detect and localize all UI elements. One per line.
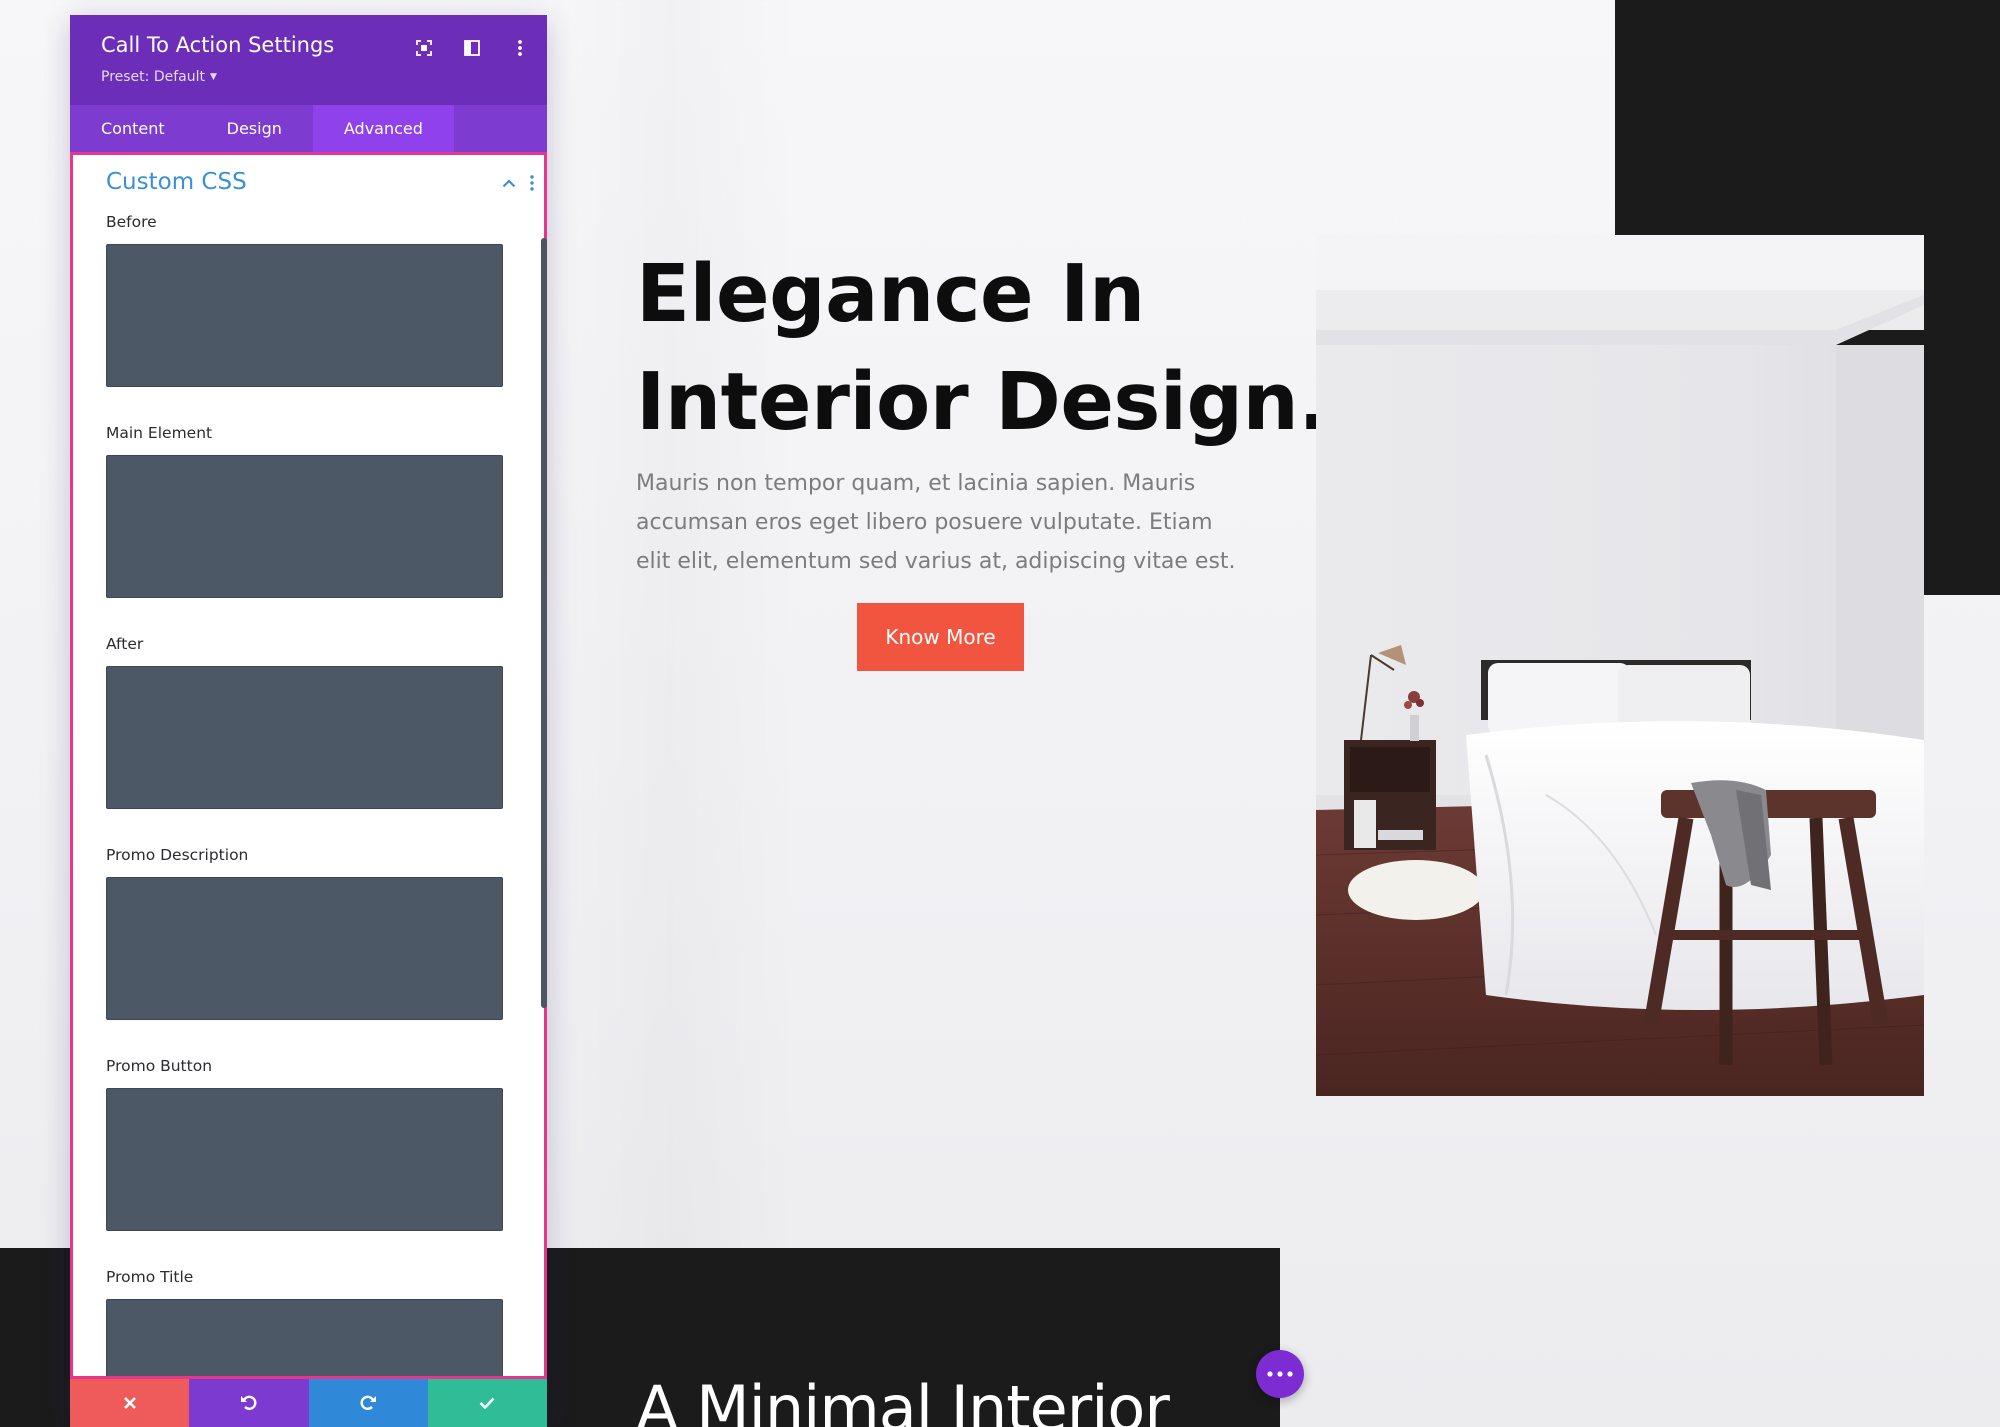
settings-tabs: Content Design Advanced	[70, 105, 547, 152]
css-input-promo-description[interactable]	[106, 877, 503, 1020]
field-label: Before	[106, 213, 157, 231]
preset-selector[interactable]: Preset: Default ▼	[101, 69, 217, 85]
hero-title: Elegance In Interior Design.	[636, 240, 1336, 456]
custom-css-section-toggle[interactable]: Custom CSS	[73, 155, 544, 213]
panel-title: Call To Action Settings	[101, 33, 335, 57]
section-title: Custom CSS	[106, 169, 247, 195]
css-input-promo-button[interactable]	[106, 1088, 503, 1231]
field-label: Promo Description	[106, 846, 249, 864]
section-heading-minimal-interior: A Minimal Interior	[636, 1372, 1170, 1427]
field-label: Promo Button	[106, 1057, 213, 1075]
css-input-promo-title[interactable]	[106, 1299, 503, 1376]
hero-title-line-1: Elegance In	[636, 248, 1145, 340]
sidebar-layout-icon	[464, 40, 480, 56]
panel-action-bar	[70, 1379, 547, 1427]
close-icon	[123, 1397, 136, 1409]
css-field-promo-title: Promo Title	[73, 1268, 544, 1376]
fullscreen-icon	[416, 40, 432, 56]
caret-down-icon: ▼	[209, 72, 217, 82]
sidebar-layout-button[interactable]	[461, 37, 483, 59]
bedroom-photo	[1316, 235, 1924, 1096]
discard-button[interactable]	[70, 1379, 190, 1427]
more-options-button[interactable]	[1256, 1350, 1304, 1398]
tab-content[interactable]: Content	[70, 105, 196, 152]
fullscreen-button[interactable]	[413, 37, 435, 59]
css-input-after[interactable]	[106, 666, 503, 809]
undo-icon	[240, 1395, 257, 1410]
redo-button[interactable]	[308, 1379, 428, 1427]
tab-design[interactable]: Design	[196, 105, 313, 152]
save-button[interactable]	[427, 1379, 547, 1427]
more-horizontal-icon	[1267, 1371, 1293, 1377]
hero-title-line-2: Interior Design.	[636, 356, 1328, 448]
hero-description: Mauris non tempor quam, et lacinia sapie…	[636, 471, 1236, 574]
panel-menu-button[interactable]	[509, 37, 531, 59]
css-field-main-element: Main Element	[73, 424, 544, 598]
css-input-main-element[interactable]	[106, 455, 503, 598]
tab-advanced[interactable]: Advanced	[312, 105, 454, 152]
redo-icon	[360, 1395, 377, 1410]
section-menu-icon[interactable]	[530, 175, 534, 191]
check-icon	[479, 1397, 495, 1409]
bedroom-illustration	[1316, 235, 1924, 1096]
css-field-before: Before	[73, 213, 544, 387]
preset-label: Preset: Default	[101, 69, 205, 85]
field-label: Main Element	[106, 424, 213, 442]
custom-css-section: Custom CSS Before Main Element After Pro…	[70, 152, 547, 1379]
chevron-up-icon[interactable]	[502, 178, 516, 188]
call-to-action-settings-panel: Call To Action Settings Preset: Default …	[70, 15, 547, 1427]
know-more-button[interactable]: Know More	[857, 603, 1024, 671]
panel-scrollbar[interactable]	[541, 238, 547, 1008]
panel-header: Call To Action Settings Preset: Default …	[70, 15, 547, 105]
undo-button[interactable]	[189, 1379, 309, 1427]
more-vertical-icon	[518, 40, 522, 56]
css-field-after: After	[73, 635, 544, 809]
wall-shade	[540, 0, 800, 1248]
field-label: Promo Title	[106, 1268, 194, 1286]
css-field-promo-description: Promo Description	[73, 846, 544, 1020]
field-label: After	[106, 635, 144, 653]
css-field-promo-button: Promo Button	[73, 1057, 544, 1231]
css-input-before[interactable]	[106, 244, 503, 387]
